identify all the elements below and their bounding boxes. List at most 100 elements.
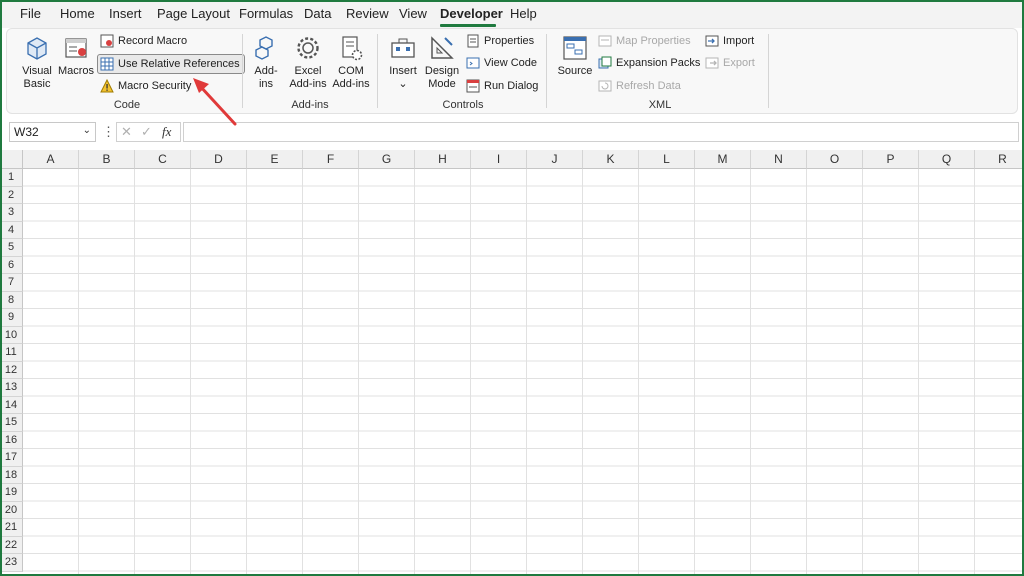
menu-review[interactable]: Review	[346, 6, 389, 21]
column-header[interactable]: D	[191, 150, 247, 169]
row-header[interactable]: 19	[0, 484, 23, 502]
addins-button[interactable]: Add- ins	[249, 34, 283, 91]
cell-grid[interactable]	[23, 169, 1024, 576]
column-header[interactable]: R	[975, 150, 1024, 169]
group-separator	[242, 34, 243, 108]
row-header[interactable]: 2	[0, 186, 23, 204]
menu-developer[interactable]: Developer	[440, 6, 503, 21]
group-separator	[768, 34, 769, 108]
row-header[interactable]: 7	[0, 274, 23, 292]
menu-formulas[interactable]: Formulas	[239, 6, 293, 21]
column-header[interactable]: K	[583, 150, 639, 169]
group-separator	[546, 34, 547, 108]
column-header[interactable]: B	[79, 150, 135, 169]
map-properties-button[interactable]: Map Properties	[598, 32, 691, 50]
refresh-data-button[interactable]: Refresh Data	[598, 77, 681, 95]
row-header[interactable]: 9	[0, 309, 23, 327]
import-icon	[705, 35, 719, 47]
properties-icon	[467, 34, 479, 48]
export-button[interactable]: Export	[705, 54, 755, 72]
column-header[interactable]: A	[23, 150, 79, 169]
column-header[interactable]: O	[807, 150, 863, 169]
column-header[interactable]: P	[863, 150, 919, 169]
column-header[interactable]: J	[527, 150, 583, 169]
row-header[interactable]: 1	[0, 169, 23, 187]
insert-control-button[interactable]: Insert ⌄	[386, 34, 420, 91]
more-options-icon[interactable]: ⋮	[102, 124, 115, 140]
design-mode-button[interactable]: Design Mode	[423, 34, 461, 91]
menu-page-layout[interactable]: Page Layout	[157, 6, 230, 21]
column-header[interactable]: L	[639, 150, 695, 169]
relative-references-icon	[100, 57, 114, 71]
row-header[interactable]: 3	[0, 204, 23, 222]
addins-icon	[255, 36, 273, 60]
row-header[interactable]: 20	[0, 501, 23, 519]
row-header[interactable]: 11	[0, 344, 23, 362]
source-button[interactable]: Source	[556, 34, 594, 78]
expansion-packs-icon	[598, 56, 612, 69]
run-dialog-button[interactable]: Run Dialog	[466, 77, 538, 95]
column-header[interactable]: G	[359, 150, 415, 169]
view-code-button[interactable]: View Code	[466, 54, 537, 72]
map-properties-icon	[598, 35, 612, 47]
row-header[interactable]: 14	[0, 396, 23, 414]
column-header[interactable]: Q	[919, 150, 975, 169]
select-all-corner[interactable]	[0, 150, 23, 169]
use-relative-references-button[interactable]: Use Relative References	[97, 54, 245, 74]
column-header[interactable]: I	[471, 150, 527, 169]
warning-icon	[100, 79, 114, 93]
row-header[interactable]: 10	[0, 326, 23, 344]
column-header[interactable]: C	[135, 150, 191, 169]
row-header[interactable]: 15	[0, 414, 23, 432]
row-header[interactable]: 16	[0, 431, 23, 449]
menu-data[interactable]: Data	[304, 6, 331, 21]
refresh-icon	[598, 80, 612, 92]
column-header[interactable]: E	[247, 150, 303, 169]
row-header[interactable]: 4	[0, 221, 23, 239]
column-header[interactable]: H	[415, 150, 471, 169]
enter-icon[interactable]: ✓	[141, 124, 152, 140]
excel-addins-button[interactable]: Excel Add-ins	[288, 34, 328, 91]
row-header[interactable]: 12	[0, 361, 23, 379]
insert-function-icon[interactable]: fx	[162, 124, 171, 140]
active-tab-underline	[440, 24, 496, 27]
visual-basic-button[interactable]: Visual Basic	[17, 34, 57, 91]
group-separator	[377, 34, 378, 108]
row-header[interactable]: 6	[0, 256, 23, 274]
row-header[interactable]: 13	[0, 379, 23, 397]
menu-insert[interactable]: Insert	[109, 6, 142, 21]
row-header[interactable]: 5	[0, 239, 23, 257]
menu-home[interactable]: Home	[60, 6, 95, 21]
group-label-controls: Controls	[442, 99, 484, 111]
run-dialog-icon	[466, 79, 480, 93]
column-header[interactable]: M	[695, 150, 751, 169]
group-label-xml: XML	[648, 99, 672, 111]
column-header[interactable]: F	[303, 150, 359, 169]
record-macro-icon	[100, 34, 114, 48]
row-header[interactable]: 22	[0, 536, 23, 554]
import-button[interactable]: Import	[705, 32, 754, 50]
export-icon	[705, 57, 719, 69]
formula-input[interactable]	[183, 122, 1019, 142]
com-addins-button[interactable]: COM Add-ins	[331, 34, 371, 91]
properties-button[interactable]: Properties	[466, 32, 534, 50]
cancel-icon[interactable]: ✕	[121, 124, 132, 140]
macro-security-button[interactable]: Macro Security	[100, 77, 191, 95]
row-header[interactable]: 17	[0, 449, 23, 467]
record-macro-button[interactable]: Record Macro	[100, 32, 187, 50]
menu-file[interactable]: File	[20, 6, 41, 21]
name-box[interactable]: W32 ⌄	[9, 122, 96, 142]
row-header[interactable]: 23	[0, 554, 23, 572]
row-header[interactable]: 18	[0, 466, 23, 484]
macros-button[interactable]: Macros	[57, 34, 95, 78]
expansion-packs-button[interactable]: Expansion Packs	[598, 54, 700, 72]
column-header[interactable]: N	[751, 150, 807, 169]
chevron-down-icon[interactable]: ⌄	[83, 125, 91, 136]
menu-view[interactable]: View	[399, 6, 427, 21]
row-header[interactable]: 8	[0, 291, 23, 309]
design-mode-icon	[431, 36, 454, 59]
row-header[interactable]: 21	[0, 519, 23, 537]
menu-help[interactable]: Help	[510, 6, 537, 21]
view-code-icon	[466, 57, 480, 69]
formula-actions: ✕ ✓ fx	[116, 122, 181, 142]
